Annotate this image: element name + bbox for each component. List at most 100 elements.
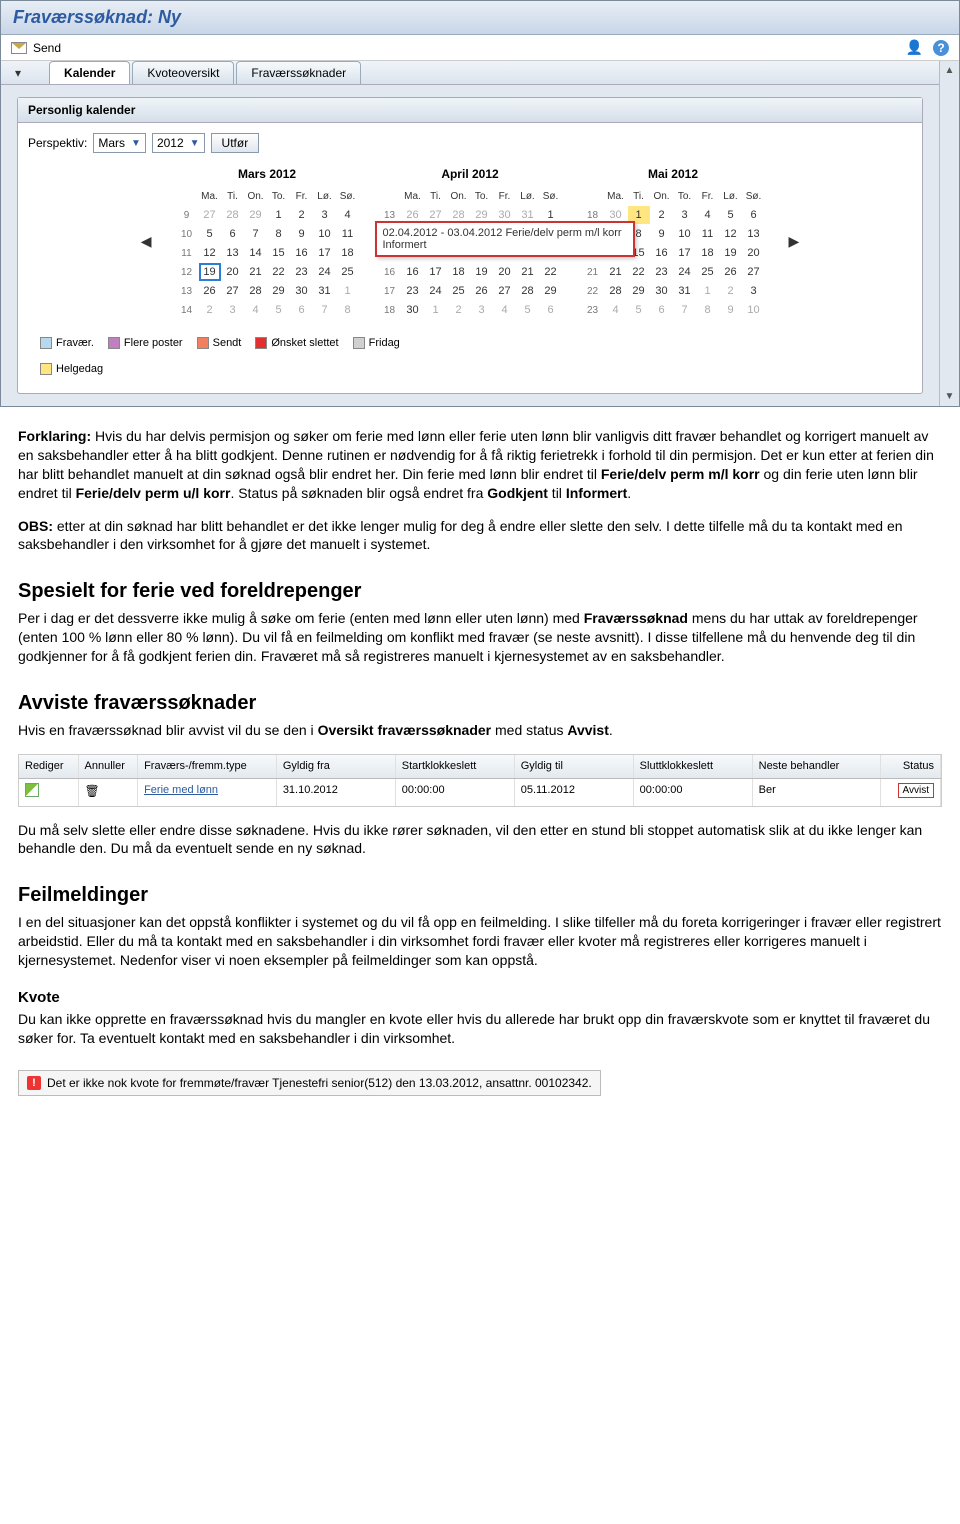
menu-dropdown-icon[interactable]: ▾ (7, 62, 29, 84)
calendar-day[interactable]: 16 (651, 244, 673, 262)
calendar-day[interactable]: 7 (245, 225, 267, 243)
calendar-day[interactable]: 21 (245, 263, 267, 281)
calendar-day[interactable]: 18 (448, 263, 470, 281)
calendar-day[interactable]: 29 (628, 282, 650, 300)
scroll-down-icon[interactable]: ▼ (945, 391, 955, 402)
calendar-day[interactable]: 24 (674, 263, 696, 281)
calendar-day[interactable]: 6 (651, 301, 673, 319)
calendar-day[interactable]: 13 (222, 244, 244, 262)
calendar-day[interactable]: 4 (494, 301, 516, 319)
calendar-day[interactable]: 9 (720, 301, 742, 319)
calendar-day[interactable]: 26 (471, 282, 493, 300)
calendar-day[interactable]: 20 (222, 263, 244, 281)
scroll-up-icon[interactable]: ▲ (945, 65, 955, 76)
calendar-day[interactable]: 22 (628, 263, 650, 281)
calendar-day[interactable]: 8 (697, 301, 719, 319)
calendar-day[interactable]: 8 (268, 225, 290, 243)
calendar-day[interactable]: 31 (674, 282, 696, 300)
calendar-day[interactable]: 3 (743, 282, 765, 300)
calendar-day[interactable]: 28 (245, 282, 267, 300)
calendar-day[interactable]: 5 (517, 301, 539, 319)
calendar-day[interactable]: 5 (268, 301, 290, 319)
prev-month-button[interactable]: ◀ (137, 233, 156, 250)
calendar-day[interactable]: 1 (425, 301, 447, 319)
calendar-day[interactable]: 27 (743, 263, 765, 281)
scrollbar[interactable]: ▲ ▼ (939, 61, 959, 406)
month-dropdown[interactable]: Mars▼ (93, 133, 146, 153)
tab-kalender[interactable]: Kalender (49, 61, 130, 84)
calendar-day[interactable]: 14 (245, 244, 267, 262)
calendar-day[interactable]: 12 (720, 225, 742, 243)
calendar-day[interactable]: 8 (337, 301, 359, 319)
calendar-day[interactable]: 1 (337, 282, 359, 300)
calendar-day[interactable]: 19 (720, 244, 742, 262)
calendar-day[interactable]: 3 (471, 301, 493, 319)
calendar-day[interactable]: 27 (222, 282, 244, 300)
calendar-day[interactable]: 20 (743, 244, 765, 262)
calendar-day[interactable]: 21 (517, 263, 539, 281)
calendar-day[interactable]: 17 (674, 244, 696, 262)
calendar-day[interactable]: 11 (337, 225, 359, 243)
calendar-day[interactable]: 28 (517, 282, 539, 300)
calendar-day[interactable]: 9 (651, 225, 673, 243)
calendar-day[interactable]: 27 (494, 282, 516, 300)
calendar-day[interactable]: 15 (268, 244, 290, 262)
calendar-day[interactable]: 2 (720, 282, 742, 300)
calendar-day[interactable]: 2 (199, 301, 221, 319)
calendar-day[interactable]: 4 (697, 206, 719, 224)
calendar-day[interactable]: 24 (425, 282, 447, 300)
help-icon[interactable]: ? (933, 40, 949, 56)
tab-fravaerssoknader[interactable]: Fraværssøknader (236, 61, 361, 84)
calendar-day[interactable]: 29 (268, 282, 290, 300)
calendar-day[interactable]: 27 (199, 206, 221, 224)
calendar-day[interactable]: 6 (291, 301, 313, 319)
calendar-day[interactable]: 28 (222, 206, 244, 224)
calendar-day[interactable]: 29 (245, 206, 267, 224)
calendar-day[interactable]: 5 (628, 301, 650, 319)
calendar-day[interactable]: 17 (425, 263, 447, 281)
calendar-day[interactable]: 1 (697, 282, 719, 300)
calendar-day[interactable]: 13 (743, 225, 765, 243)
calendar-day[interactable]: 30 (402, 301, 424, 319)
user-icon[interactable]: 👤 (906, 39, 923, 56)
calendar-day[interactable]: 24 (314, 263, 336, 281)
calendar-day[interactable]: 4 (337, 206, 359, 224)
calendar-day[interactable]: 10 (314, 225, 336, 243)
calendar-day[interactable]: 3 (314, 206, 336, 224)
calendar-day[interactable]: 7 (314, 301, 336, 319)
calendar-day[interactable]: 22 (540, 263, 562, 281)
calendar-day[interactable]: 5 (720, 206, 742, 224)
calendar-day[interactable]: 12 (199, 244, 221, 262)
calendar-day[interactable]: 6 (540, 301, 562, 319)
calendar-day[interactable]: 3 (674, 206, 696, 224)
calendar-day[interactable]: 4 (605, 301, 627, 319)
calendar-day[interactable]: 26 (720, 263, 742, 281)
calendar-day[interactable]: 19 (199, 263, 221, 281)
edit-icon[interactable] (25, 783, 39, 797)
calendar-day[interactable]: 1 (268, 206, 290, 224)
calendar-day[interactable]: 18 (337, 244, 359, 262)
calendar-day[interactable]: 25 (448, 282, 470, 300)
send-button[interactable]: Send (33, 41, 61, 55)
calendar-day[interactable]: 23 (291, 263, 313, 281)
calendar-day[interactable]: 2 (448, 301, 470, 319)
year-dropdown[interactable]: 2012▼ (152, 133, 205, 153)
calendar-day[interactable]: 20 (494, 263, 516, 281)
calendar-day[interactable]: 26 (199, 282, 221, 300)
calendar-day[interactable]: 2 (651, 206, 673, 224)
next-month-button[interactable]: ▶ (785, 233, 804, 250)
calendar-day[interactable]: 7 (674, 301, 696, 319)
calendar-day[interactable]: 3 (222, 301, 244, 319)
calendar-day[interactable]: 30 (651, 282, 673, 300)
calendar-day[interactable]: 16 (291, 244, 313, 262)
calendar-day[interactable]: 19 (471, 263, 493, 281)
calendar-day[interactable]: 18 (697, 244, 719, 262)
calendar-day[interactable]: 29 (540, 282, 562, 300)
execute-button[interactable]: Utfør (211, 133, 260, 153)
calendar-day[interactable]: 23 (651, 263, 673, 281)
calendar-day[interactable]: 25 (697, 263, 719, 281)
calendar-day[interactable]: 10 (743, 301, 765, 319)
calendar-day[interactable]: 6 (222, 225, 244, 243)
calendar-day[interactable]: 31 (314, 282, 336, 300)
calendar-day[interactable]: 4 (245, 301, 267, 319)
